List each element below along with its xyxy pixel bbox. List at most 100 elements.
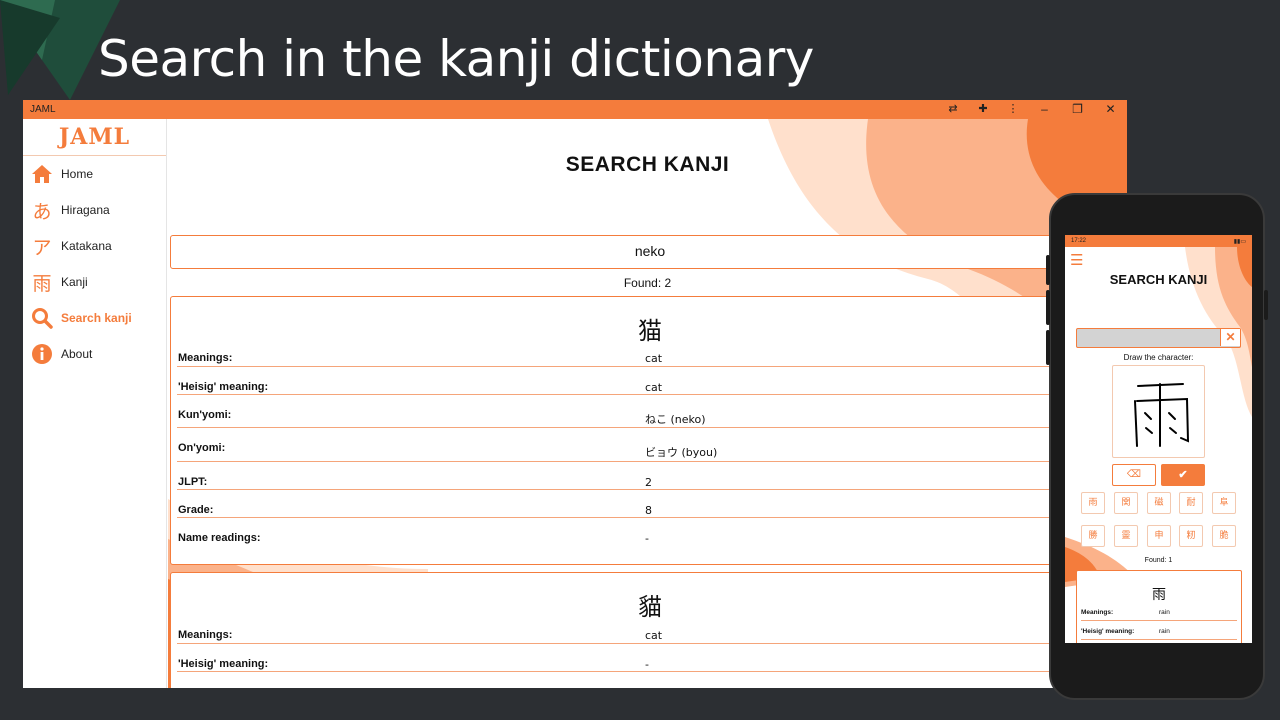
clear-button[interactable]: ✕ <box>1220 329 1240 346</box>
search-icon <box>31 307 53 329</box>
brand-logo: JAML <box>23 119 166 156</box>
phone-side-button <box>1046 330 1050 365</box>
slide-title: Search in the kanji dictionary <box>98 30 814 88</box>
candidate-button[interactable]: 脆 <box>1212 525 1236 547</box>
sidebar-item-label: Kanji <box>61 275 88 289</box>
sidebar-item-hiragana[interactable]: あ Hiragana <box>23 192 166 228</box>
kanji-card: 雨 Meanings: rain 'Heisig' meaning: rain <box>1076 570 1242 643</box>
search-input[interactable]: neko <box>170 235 1127 269</box>
row-label: JLPT: <box>178 476 208 488</box>
main-content: SEARCH KANJI neko Found: 2 猫 Meanings: c… <box>168 119 1127 688</box>
battery-icon: ▮▮▭ <box>1233 238 1246 245</box>
table-row: JLPT: 2 <box>177 462 1123 490</box>
sidebar-item-label: About <box>61 347 93 361</box>
maximize-button[interactable]: ❐ <box>1061 100 1094 119</box>
window-title: JAML <box>30 104 56 115</box>
row-label: 'Heisig' meaning: <box>1081 628 1135 635</box>
sidebar-item-kanji[interactable]: 雨 Kanji <box>23 264 166 300</box>
row-value: ねこ (neko) <box>645 413 706 426</box>
row-value: rain <box>1159 609 1170 616</box>
katakana-icon: ア <box>32 237 52 259</box>
row-value: cat <box>645 352 663 365</box>
row-value: - <box>645 532 649 545</box>
sidebar-item-label: Katakana <box>61 239 112 253</box>
drawing-canvas[interactable] <box>1112 365 1205 458</box>
phone-mockup: 17:22 ▮▮▭ ☰ SEARCH KANJI ✕ Draw the char… <box>1046 193 1268 700</box>
table-row: Meanings: cat <box>177 347 1123 367</box>
row-value: rain <box>1159 628 1170 635</box>
phone-screen: 17:22 ▮▮▭ ☰ SEARCH KANJI ✕ Draw the char… <box>1065 235 1252 643</box>
candidate-button[interactable]: 勝 <box>1081 525 1105 547</box>
info-icon <box>31 343 53 365</box>
menu-icon[interactable]: ☰ <box>1070 253 1083 268</box>
table-row: 'Heisig' meaning: rain <box>1081 628 1237 640</box>
sidebar: JAML Home あ Hiragana ア Katakana 雨 Kanji … <box>23 119 167 688</box>
translate-icon[interactable]: ⇄ <box>938 100 968 119</box>
kanji-icon: 雨 <box>32 273 52 295</box>
sidebar-item-search-kanji[interactable]: Search kanji <box>23 300 166 336</box>
row-value: - <box>645 658 649 671</box>
sidebar-item-label: Search kanji <box>61 311 132 325</box>
row-label: On'yomi: <box>178 442 226 454</box>
sidebar-item-home[interactable]: Home <box>23 156 166 192</box>
candidate-button[interactable]: 申 <box>1147 525 1171 547</box>
table-row: 'Heisig' meaning: cat <box>177 367 1123 395</box>
sidebar-item-label: Home <box>61 167 94 181</box>
candidate-button[interactable]: 関 <box>1114 492 1138 514</box>
table-row: Meanings: cat <box>177 623 1123 644</box>
result-count: Found: 2 <box>623 276 672 290</box>
drawn-character <box>1134 383 1190 447</box>
sidebar-item-katakana[interactable]: ア Katakana <box>23 228 166 264</box>
candidate-button[interactable]: 磁 <box>1147 492 1171 514</box>
confirm-button[interactable]: ✔ <box>1161 464 1205 486</box>
puzzle-icon[interactable]: ✚ <box>968 100 998 119</box>
row-label: Meanings: <box>1081 609 1114 616</box>
sidebar-item-label: Hiragana <box>61 203 110 217</box>
candidate-button[interactable]: 雨 <box>1081 492 1105 514</box>
hiragana-icon: あ <box>32 201 52 223</box>
sidebar-item-about[interactable]: About <box>23 336 166 372</box>
table-row: Grade: 8 <box>177 490 1123 518</box>
candidate-button[interactable]: 靈 <box>1114 525 1138 547</box>
row-label: Meanings: <box>178 629 233 641</box>
table-row: On'yomi: ビョウ (byou) <box>177 428 1123 462</box>
row-value: 2 <box>645 476 652 489</box>
phone-power-button <box>1264 290 1268 320</box>
kanji-card: 貓 Meanings: cat 'Heisig' meaning: - <box>170 572 1127 688</box>
phone-side-button <box>1046 255 1050 285</box>
phone-status-bar: 17:22 ▮▮▭ <box>1065 235 1252 247</box>
candidate-button[interactable]: 耐 <box>1179 492 1203 514</box>
phone-side-button <box>1046 290 1050 325</box>
table-row: Kun'yomi: ねこ (neko) <box>177 395 1123 428</box>
table-row: 'Heisig' meaning: - <box>177 644 1123 672</box>
home-icon <box>31 163 53 185</box>
more-vert-icon[interactable]: ⋮ <box>998 100 1028 119</box>
status-time: 17:22 <box>1071 238 1087 244</box>
row-label: Meanings: <box>178 352 233 364</box>
row-label: Grade: <box>178 504 214 516</box>
close-button[interactable]: ✕ <box>1094 100 1127 119</box>
kanji-card: 猫 Meanings: cat 'Heisig' meaning: cat Ku… <box>170 296 1127 565</box>
kanji-character: 猫 <box>638 317 662 345</box>
kanji-character: 雨 <box>1152 587 1166 603</box>
result-count: Found: 1 <box>1144 557 1173 564</box>
row-label: Name readings: <box>178 532 261 544</box>
app-window: JAML ⇄ ✚ ⋮ – ❐ ✕ JAML Home あ Hiragana ア … <box>23 100 1127 688</box>
row-value: cat <box>645 629 663 642</box>
row-value: cat <box>645 381 663 394</box>
minimize-button[interactable]: – <box>1028 100 1061 119</box>
kanji-character: 貓 <box>638 593 662 621</box>
candidate-button[interactable]: 阜 <box>1212 492 1236 514</box>
title-bar: JAML ⇄ ✚ ⋮ – ❐ ✕ <box>23 100 1127 119</box>
row-label: Kun'yomi: <box>178 409 232 421</box>
erase-button[interactable]: ⌫ <box>1112 464 1156 486</box>
table-row: Name readings: - <box>177 518 1123 546</box>
row-label: 'Heisig' meaning: <box>178 658 269 670</box>
row-label: 'Heisig' meaning: <box>178 381 269 393</box>
row-value: ビョウ (byou) <box>645 446 718 459</box>
search-input[interactable]: ✕ <box>1076 328 1241 348</box>
row-value: 8 <box>645 504 652 517</box>
candidate-button[interactable]: 籾 <box>1179 525 1203 547</box>
draw-label: Draw the character: <box>1123 353 1194 362</box>
page-title: SEARCH KANJI <box>565 153 730 176</box>
